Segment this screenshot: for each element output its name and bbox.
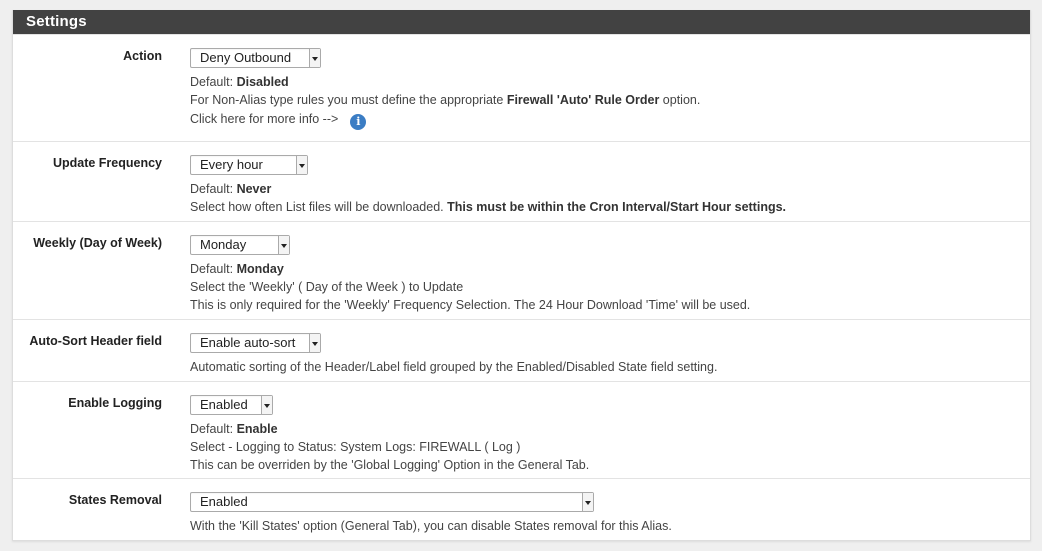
states-removal-select[interactable]: Enabled — [190, 492, 594, 512]
setting-row-auto-sort: Auto-Sort Header field Enable auto-sort … — [13, 319, 1030, 381]
setting-label: Enable Logging — [68, 396, 162, 410]
action-select[interactable]: Deny Outbound — [190, 48, 321, 68]
help-text: This can be overriden by the 'Global Log… — [190, 458, 590, 472]
chevron-down-icon — [296, 156, 307, 174]
default-text: Default: Never — [190, 182, 272, 196]
more-info-text: Click here for more info --> — [190, 112, 339, 126]
settings-panel: Settings Action Deny Outbound Default: D… — [12, 10, 1031, 541]
select-value: Enabled — [200, 494, 248, 509]
default-text: Default: Disabled — [190, 75, 289, 89]
auto-sort-select[interactable]: Enable auto-sort — [190, 333, 321, 353]
info-icon[interactable]: i — [350, 114, 367, 130]
setting-label: States Removal — [68, 493, 162, 507]
chevron-down-icon — [582, 493, 593, 511]
help-text: Select how often List files will be down… — [190, 200, 787, 214]
setting-label: Auto-Sort Header field — [29, 334, 162, 348]
help-text: With the 'Kill States' option (General T… — [190, 519, 672, 533]
setting-label: Weekly (Day of Week) — [33, 236, 162, 250]
setting-row-states-removal: States Removal Enabled With the 'Kill St… — [13, 478, 1030, 540]
chevron-down-icon — [261, 396, 272, 414]
more-info-line: Click here for more info --> i — [190, 110, 1030, 130]
default-text: Default: Enable — [190, 422, 278, 436]
select-value: Enable auto-sort — [200, 335, 296, 350]
select-value: Deny Outbound — [200, 50, 292, 65]
select-value: Every hour — [200, 157, 263, 172]
chevron-down-icon — [278, 236, 289, 254]
setting-row-enable-logging: Enable Logging Enabled Default: Enable S… — [13, 381, 1030, 478]
help-text: Select the 'Weekly' ( Day of the Week ) … — [190, 280, 464, 294]
setting-row-update-frequency: Update Frequency Every hour Default: Nev… — [13, 141, 1030, 221]
help-text: This is only required for the 'Weekly' F… — [190, 298, 751, 312]
setting-label: Action — [123, 49, 162, 63]
panel-title: Settings — [13, 10, 1030, 34]
setting-row-weekly: Weekly (Day of Week) Monday Default: Mon… — [13, 221, 1030, 319]
setting-label: Update Frequency — [52, 156, 162, 170]
default-text: Default: Monday — [190, 262, 284, 276]
chevron-down-icon — [309, 334, 320, 352]
help-text: Automatic sorting of the Header/Label fi… — [190, 360, 718, 374]
chevron-down-icon — [309, 49, 320, 67]
weekly-day-select[interactable]: Monday — [190, 235, 290, 255]
select-value: Monday — [200, 237, 247, 252]
help-text: For Non-Alias type rules you must define… — [190, 93, 701, 107]
help-text: Select - Logging to Status: System Logs:… — [190, 440, 521, 454]
select-value: Enabled — [200, 397, 248, 412]
enable-logging-select[interactable]: Enabled — [190, 395, 273, 415]
update-frequency-select[interactable]: Every hour — [190, 155, 308, 175]
setting-row-action: Action Deny Outbound Default: Disabled F… — [13, 34, 1030, 141]
